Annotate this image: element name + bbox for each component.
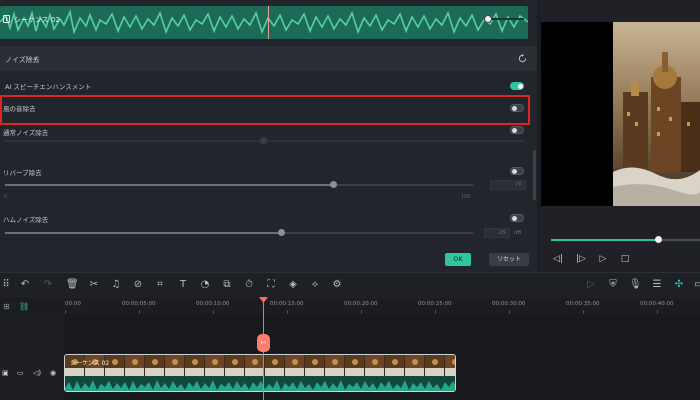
sequence-icon [3,15,10,23]
hum-value-field[interactable]: -25 [484,228,510,238]
keyframe-icon[interactable]: ⟡ [309,279,321,291]
timer-icon[interactable]: ⏱ [243,279,255,291]
fit-icon[interactable]: ⛶ [265,279,277,291]
cut-icon[interactable]: ✂ [88,279,100,291]
hum-slider-fill [5,232,281,234]
normal-noise-slider[interactable] [0,136,530,146]
redo-icon[interactable]: ↷ [42,279,54,291]
ai-speech-enhancement-label: AI スピーチエンハンスメント [5,83,92,91]
clip-thumbnails [65,355,455,376]
reverb-slider-fill [5,184,333,186]
tag-icon[interactable]: ⊘ [132,279,144,291]
text-icon[interactable]: T [177,279,189,291]
reverb-slider-knob[interactable] [330,181,337,188]
waveform-graphic [0,9,528,35]
ruler-label: 00:00 [65,301,81,307]
color-icon[interactable]: ◈ [287,279,299,291]
delete-icon[interactable]: 🗑 [66,279,79,291]
speaker-icon[interactable]: ◁) [33,369,41,377]
ruler-label: 00:00:30:00 [492,301,526,307]
microphone-icon[interactable]: 🎙 [629,279,642,291]
speed-icon[interactable]: ◔ [199,279,211,291]
hum-unit-label: dB [514,230,522,236]
ok-button[interactable]: OK [445,253,471,266]
reverb-min-label: 0 [4,194,8,200]
ruler-label: 00:00:25:00 [418,301,452,307]
playhead-cut-marker[interactable]: ✂ [257,334,270,352]
list-icon[interactable]: ☰ [651,279,663,291]
hum-slider[interactable] [0,228,480,238]
more-icon[interactable]: ▭ [693,279,700,291]
sequence-waveform[interactable]: シーケンス 02 [0,6,528,39]
reset-button[interactable]: リセット [489,253,529,266]
reverb-max-label: 100 [461,194,471,200]
preview-frame-image [613,22,700,206]
ruler-label: 00:00:20:00 [344,301,378,307]
eye-icon[interactable]: ◉ [50,369,56,377]
reverb-removal-label: リバーブ除去 [3,169,42,177]
wind-noise-removal-toggle[interactable] [510,104,524,112]
clip-audio-waveform [65,376,455,391]
render-icon[interactable]: ▷ [585,279,597,291]
ai-tool-icon[interactable]: ⚙ [331,279,343,291]
waveform-volume-knob[interactable] [484,15,492,23]
noise-removal-header[interactable] [0,46,537,71]
timeline-clip[interactable]: シーケンス 02 [64,354,456,392]
highlight-annotation-box [0,95,530,125]
hum-slider-knob[interactable] [278,229,285,236]
shield-icon[interactable]: ⛨ [607,279,619,291]
reverb-slider[interactable] [0,180,480,190]
audio-icon[interactable]: ♫ [110,279,122,291]
sequence-name: シーケンス 02 [14,16,60,24]
crop-icon[interactable]: ⌗ [154,279,166,291]
freeze-icon[interactable]: ⧉ [221,279,233,291]
stop-icon[interactable]: □ [620,254,630,264]
panel-scrollbar[interactable] [533,150,536,200]
folder-icon[interactable]: ▭ [17,369,24,377]
normal-noise-removal-toggle[interactable] [510,126,524,134]
reverb-value-field[interactable]: 70 [490,180,526,190]
wind-noise-removal-label: 風の音除去 [3,105,36,113]
preview-progress-fill [551,239,659,241]
undo-icon[interactable]: ↶ [19,279,31,291]
waveform-playhead [268,6,269,39]
chevron-down-icon[interactable]: ▾ [34,56,37,63]
grid-icon[interactable]: ⠿ [0,279,12,291]
snap-icon[interactable]: ✣ [673,279,685,291]
ruler-label: 00:00:15:00 [270,301,304,307]
hum-noise-removal-toggle[interactable] [510,214,524,222]
clip-title: シーケンス 02 [70,360,110,367]
reverb-removal-toggle[interactable] [510,167,524,175]
previous-frame-icon[interactable]: ◁| [553,254,563,264]
track-header [0,314,64,400]
ruler-label: 00:00:10:00 [196,301,230,307]
add-track-icon[interactable]: ⊞ [3,302,10,311]
reset-icon[interactable] [517,53,528,64]
play-pause-icon[interactable]: |▷ [576,254,586,264]
normal-noise-slider-knob[interactable] [260,137,267,144]
ruler-label: 00:00:40:00 [640,301,674,307]
hum-noise-removal-label: ハムノイズ除去 [3,216,49,224]
ruler-label: 00:00:35:00 [566,301,600,307]
ai-speech-enhancement-toggle[interactable] [510,82,524,90]
video-track-icon: ▣ [2,369,9,377]
play-icon[interactable]: ▷ [598,254,608,264]
link-icon[interactable]: ⛓ [19,302,29,311]
ruler-label: 00:00:05:00 [122,301,156,307]
